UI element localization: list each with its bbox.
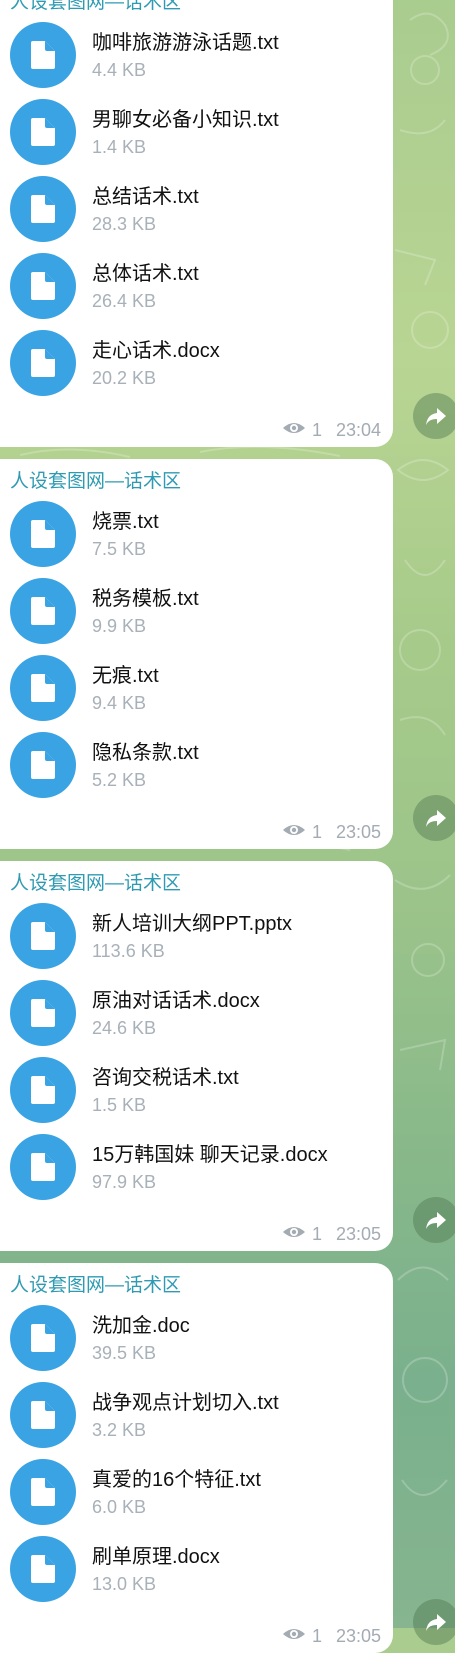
share-button[interactable] xyxy=(413,1197,455,1243)
file-icon[interactable] xyxy=(10,1536,76,1602)
file-icon[interactable] xyxy=(10,578,76,644)
file-icon[interactable] xyxy=(10,655,76,721)
file-name: 真爱的16个特征.txt xyxy=(92,1469,261,1491)
file-icon[interactable] xyxy=(10,176,76,242)
file-item[interactable]: 走心话术.docx 20.2 KB xyxy=(0,330,393,410)
file-name: 男聊女必备小知识.txt xyxy=(92,109,279,131)
file-item[interactable]: 烧票.txt 7.5 KB xyxy=(0,501,393,581)
file-icon[interactable] xyxy=(10,1305,76,1371)
file-icon[interactable] xyxy=(10,980,76,1046)
share-button[interactable] xyxy=(413,393,455,439)
file-size: 6.0 KB xyxy=(92,1497,147,1517)
eye-icon xyxy=(282,420,306,441)
file-icon[interactable] xyxy=(10,732,76,798)
message-time: 23:04 xyxy=(335,420,381,440)
share-button[interactable] xyxy=(413,1599,455,1645)
file-name: 原油对话话术.docx xyxy=(92,990,260,1012)
file-size: 39.5 KB xyxy=(92,1343,157,1363)
file-size: 3.2 KB xyxy=(92,1420,147,1440)
file-item[interactable]: 刷单原理.docx 13.0 KB xyxy=(0,1536,393,1616)
sender-name[interactable]: 人设套图网—话术区 xyxy=(10,868,181,895)
file-size: 20.2 KB xyxy=(92,368,157,388)
file-name: 咖啡旅游游泳话题.txt xyxy=(92,32,279,54)
file-name: 刷单原理.docx xyxy=(92,1546,220,1568)
file-name: 走心话术.docx xyxy=(92,340,220,362)
message-bubble: 人设套图网—话术区 新人培训大纲PPT.pptx 113.6 KB 原油对话话术… xyxy=(0,861,393,1251)
file-icon[interactable] xyxy=(10,1459,76,1525)
file-size: 4.4 KB xyxy=(92,60,147,80)
file-item[interactable]: 咖啡旅游游泳话题.txt 4.4 KB xyxy=(0,22,393,102)
file-name: 烧票.txt xyxy=(92,511,159,533)
message-time: 23:05 xyxy=(335,822,381,842)
file-item[interactable]: 税务模板.txt 9.9 KB xyxy=(0,578,393,658)
message-time: 23:05 xyxy=(335,1224,381,1244)
file-name: 总结话术.txt xyxy=(92,186,199,208)
file-size: 1.5 KB xyxy=(92,1095,147,1115)
file-size: 26.4 KB xyxy=(92,291,157,311)
sender-name[interactable]: 人设套图网—话术区 xyxy=(10,1270,181,1297)
message-time: 23:05 xyxy=(335,1626,381,1646)
file-item[interactable]: 咨询交税话术.txt 1.5 KB xyxy=(0,1057,393,1137)
file-name: 洗加金.doc xyxy=(92,1315,190,1337)
file-icon[interactable] xyxy=(10,330,76,396)
file-icon[interactable] xyxy=(10,1057,76,1123)
file-item[interactable]: 总体话术.txt 26.4 KB xyxy=(0,253,393,333)
file-size: 9.9 KB xyxy=(92,616,147,636)
message-meta: 1 23:05 xyxy=(282,822,381,843)
file-icon[interactable] xyxy=(10,99,76,165)
message-meta: 1 23:05 xyxy=(282,1626,381,1647)
file-name: 无痕.txt xyxy=(92,665,159,687)
file-item[interactable]: 隐私条款.txt 5.2 KB xyxy=(0,732,393,812)
message-meta: 1 23:05 xyxy=(282,1224,381,1245)
file-item[interactable]: 总结话术.txt 28.3 KB xyxy=(0,176,393,256)
eye-icon xyxy=(282,822,306,843)
sender-name[interactable]: 人设套图网—话术区 xyxy=(10,466,181,493)
share-button[interactable] xyxy=(413,795,455,841)
message-bubble: 人设套图网—话术区 咖啡旅游游泳话题.txt 4.4 KB 男聊女必备小知识.t… xyxy=(0,0,393,447)
file-name: 咨询交税话术.txt xyxy=(92,1067,239,1089)
file-icon[interactable] xyxy=(10,253,76,319)
message-bubble: 人设套图网—话术区 洗加金.doc 39.5 KB 战争观点计划切入.txt 3… xyxy=(0,1263,393,1653)
file-icon[interactable] xyxy=(10,501,76,567)
file-name: 15万韩国妹 聊天记录.docx xyxy=(92,1144,328,1166)
file-item[interactable]: 男聊女必备小知识.txt 1.4 KB xyxy=(0,99,393,179)
file-icon[interactable] xyxy=(10,22,76,88)
file-icon[interactable] xyxy=(10,903,76,969)
file-size: 13.0 KB xyxy=(92,1574,157,1594)
file-item[interactable]: 新人培训大纲PPT.pptx 113.6 KB xyxy=(0,903,393,983)
file-item[interactable]: 战争观点计划切入.txt 3.2 KB xyxy=(0,1382,393,1462)
view-count: 1 xyxy=(311,822,322,842)
file-item[interactable]: 洗加金.doc 39.5 KB xyxy=(0,1305,393,1385)
file-name: 新人培训大纲PPT.pptx xyxy=(92,913,293,935)
file-size: 1.4 KB xyxy=(92,137,147,157)
sender-name[interactable]: 人设套图网—话术区 xyxy=(10,0,181,14)
eye-icon xyxy=(282,1626,306,1647)
file-name: 税务模板.txt xyxy=(92,588,199,610)
message-bubble: 人设套图网—话术区 烧票.txt 7.5 KB 税务模板.txt 9.9 KB … xyxy=(0,459,393,849)
eye-icon xyxy=(282,1224,306,1245)
file-name: 隐私条款.txt xyxy=(92,742,199,764)
file-size: 97.9 KB xyxy=(92,1172,157,1192)
file-name: 总体话术.txt xyxy=(92,263,199,285)
file-icon[interactable] xyxy=(10,1134,76,1200)
file-item[interactable]: 原油对话话术.docx 24.6 KB xyxy=(0,980,393,1060)
view-count: 1 xyxy=(311,1224,322,1244)
file-name: 战争观点计划切入.txt xyxy=(92,1392,279,1414)
file-size: 5.2 KB xyxy=(92,770,147,790)
file-icon[interactable] xyxy=(10,1382,76,1448)
message-meta: 1 23:04 xyxy=(282,420,381,441)
file-size: 24.6 KB xyxy=(92,1018,157,1038)
file-item[interactable]: 15万韩国妹 聊天记录.docx 97.9 KB xyxy=(0,1134,393,1214)
file-size: 7.5 KB xyxy=(92,539,147,559)
file-size: 113.6 KB xyxy=(92,941,165,961)
file-size: 9.4 KB xyxy=(92,693,147,713)
file-item[interactable]: 真爱的16个特征.txt 6.0 KB xyxy=(0,1459,393,1539)
file-size: 28.3 KB xyxy=(92,214,157,234)
file-item[interactable]: 无痕.txt 9.4 KB xyxy=(0,655,393,735)
view-count: 1 xyxy=(311,420,322,440)
view-count: 1 xyxy=(311,1626,322,1646)
